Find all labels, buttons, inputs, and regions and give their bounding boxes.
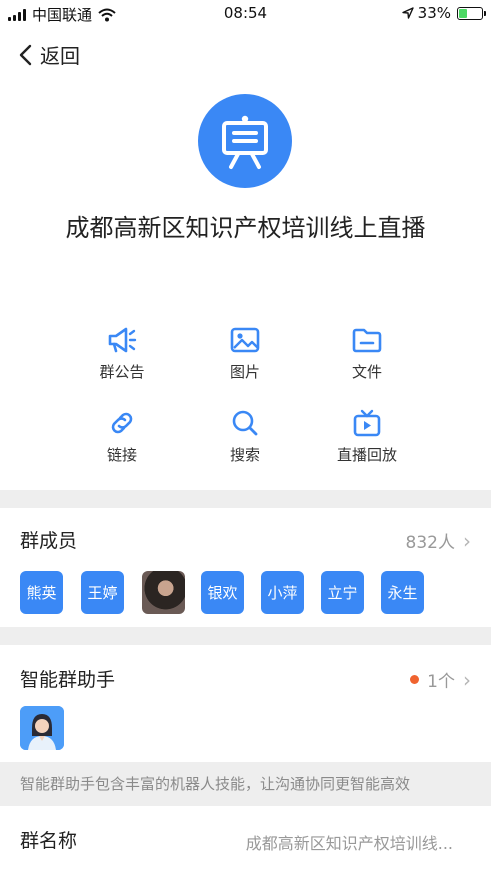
live-replay-icon xyxy=(353,409,381,437)
battery-icon xyxy=(457,6,486,20)
assistant-hint: 智能群助手包含丰富的机器人技能，让沟通协同更智能高效 xyxy=(0,762,491,806)
action-label: 文件 xyxy=(351,363,382,381)
members-count: 832人 xyxy=(405,533,455,553)
group-name-row[interactable]: 群名称 成都高新区知识产权培训线... xyxy=(0,806,491,873)
action-label: 图片 xyxy=(229,363,260,381)
members-title: 群成员 xyxy=(20,530,78,552)
assistant-title: 智能群助手 xyxy=(20,669,116,691)
battery-percent: 33% xyxy=(417,4,451,22)
group-name-label: 群名称 xyxy=(20,830,78,852)
action-images[interactable]: 图片 xyxy=(185,325,305,382)
folder-icon xyxy=(352,328,382,353)
status-bar: 中国联通 08:54 33% xyxy=(0,0,491,28)
link-icon xyxy=(111,412,133,434)
assistant-count: 1个 xyxy=(427,672,455,692)
back-button[interactable]: 返回 xyxy=(18,40,80,69)
member-avatar[interactable]: 立宁 xyxy=(321,571,364,614)
action-label: 搜索 xyxy=(229,446,260,464)
chevron-right-icon: › xyxy=(463,528,471,553)
members-header[interactable]: 群成员 832人 › xyxy=(0,508,491,563)
group-title: 成都高新区知识产权培训线上直播 xyxy=(65,214,426,242)
members-count-link: 832人 › xyxy=(405,528,471,554)
group-avatar xyxy=(198,94,292,188)
action-links[interactable]: 链接 xyxy=(62,408,182,465)
member-avatar[interactable]: 小萍 xyxy=(261,571,304,614)
megaphone-icon xyxy=(108,327,137,353)
action-search[interactable]: 搜索 xyxy=(185,408,305,465)
search-icon xyxy=(232,410,258,436)
member-avatar[interactable]: 银欢 xyxy=(201,571,244,614)
section-divider xyxy=(0,627,491,645)
action-live-replay[interactable]: 直播回放 xyxy=(307,408,427,465)
assistant-bot-icon xyxy=(20,706,64,750)
action-files[interactable]: 文件 xyxy=(307,325,427,382)
member-photo-avatar[interactable] xyxy=(142,571,185,614)
member-avatar[interactable]: 王婷 xyxy=(81,571,124,614)
notification-dot xyxy=(410,675,420,684)
assistant-header[interactable]: 智能群助手 1个 › xyxy=(0,645,491,700)
member-avatar[interactable]: 熊英 xyxy=(20,571,63,614)
location-arrow-icon xyxy=(401,7,414,19)
section-divider xyxy=(0,490,491,508)
chevron-left-icon xyxy=(19,44,32,65)
group-name-value: 成都高新区知识产权培训线... xyxy=(245,834,453,853)
action-label: 群公告 xyxy=(99,363,145,381)
action-label: 链接 xyxy=(106,446,137,464)
action-label: 直播回放 xyxy=(336,446,397,464)
assistant-count-link: 1个 › xyxy=(410,667,471,692)
assistant-hint-text: 智能群助手包含丰富的机器人技能，让沟通协同更智能高效 xyxy=(20,775,411,793)
presentation-board-icon xyxy=(222,115,268,169)
assistant-bot-avatar[interactable] xyxy=(20,706,64,750)
action-announcement[interactable]: 群公告 xyxy=(62,325,182,382)
chevron-right-icon: › xyxy=(463,667,471,692)
image-icon xyxy=(230,327,260,353)
member-avatar[interactable]: 永生 xyxy=(381,571,424,614)
status-right: 33% xyxy=(401,4,486,22)
back-label: 返回 xyxy=(40,44,80,68)
